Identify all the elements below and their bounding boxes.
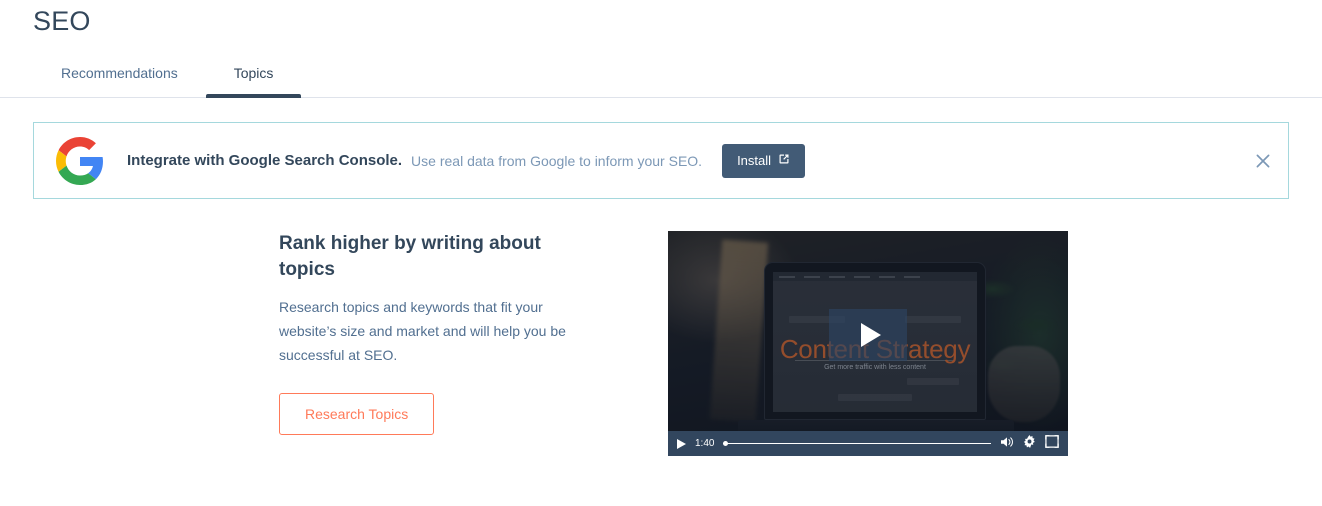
install-button-label: Install <box>737 152 772 168</box>
close-icon <box>1256 154 1270 167</box>
banner-description: Use real data from Google to inform your… <box>411 152 703 169</box>
promo-video-player[interactable]: Content Strategy Get more traffic with l… <box>668 231 1068 456</box>
video-progress-handle[interactable] <box>723 441 729 446</box>
video-time-label: 1:40 <box>695 437 715 449</box>
promo-body: Research topics and keywords that fit yo… <box>279 299 566 363</box>
banner-container: Integrate with Google Search Console. Us… <box>0 98 1322 199</box>
google-logo-icon <box>56 136 104 185</box>
tab-topics[interactable]: Topics <box>205 64 302 98</box>
external-link-icon <box>778 153 790 169</box>
video-progress-bar[interactable] <box>723 438 991 449</box>
main-content: Rank higher by writing about topics Rese… <box>0 199 1322 456</box>
play-icon <box>860 322 881 347</box>
page-title: SEO <box>33 6 91 36</box>
volume-icon[interactable] <box>1000 435 1014 453</box>
tab-recommendations[interactable]: Recommendations <box>33 64 206 98</box>
promo-heading: Rank higher by writing about topics <box>279 233 541 280</box>
gear-icon[interactable] <box>1023 434 1036 453</box>
install-button[interactable]: Install <box>722 143 806 178</box>
play-icon[interactable] <box>677 438 686 449</box>
promo-text-block: Rank higher by writing about topics Rese… <box>279 231 611 435</box>
banner-headline: Integrate with Google Search Console. <box>127 152 403 169</box>
research-topics-button[interactable]: Research Topics <box>279 393 435 435</box>
banner-close-button[interactable] <box>1252 150 1274 172</box>
tab-bar: Recommendations Topics <box>33 53 302 98</box>
fullscreen-icon[interactable] <box>1045 434 1059 453</box>
google-search-console-banner: Integrate with Google Search Console. Us… <box>33 122 1289 199</box>
page-header: SEO Recommendations Topics <box>0 0 1322 98</box>
video-play-overlay-button[interactable] <box>829 308 907 361</box>
video-control-bar: 1:40 <box>668 431 1068 456</box>
